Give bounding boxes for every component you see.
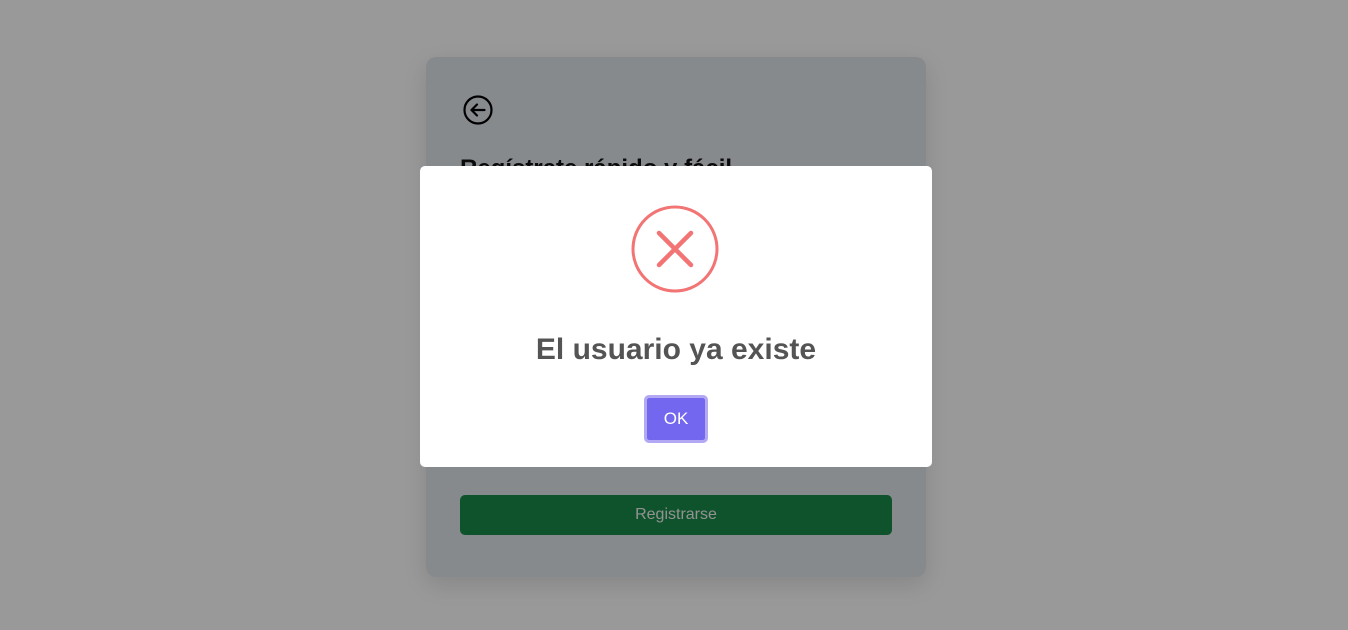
ok-button[interactable]: OK [644,395,708,443]
dialog-title: El usuario ya existe [535,333,817,366]
error-dialog: El usuario ya existe OK [420,166,932,467]
ok-button-label: OK [647,398,705,440]
error-x-icon [631,205,719,293]
